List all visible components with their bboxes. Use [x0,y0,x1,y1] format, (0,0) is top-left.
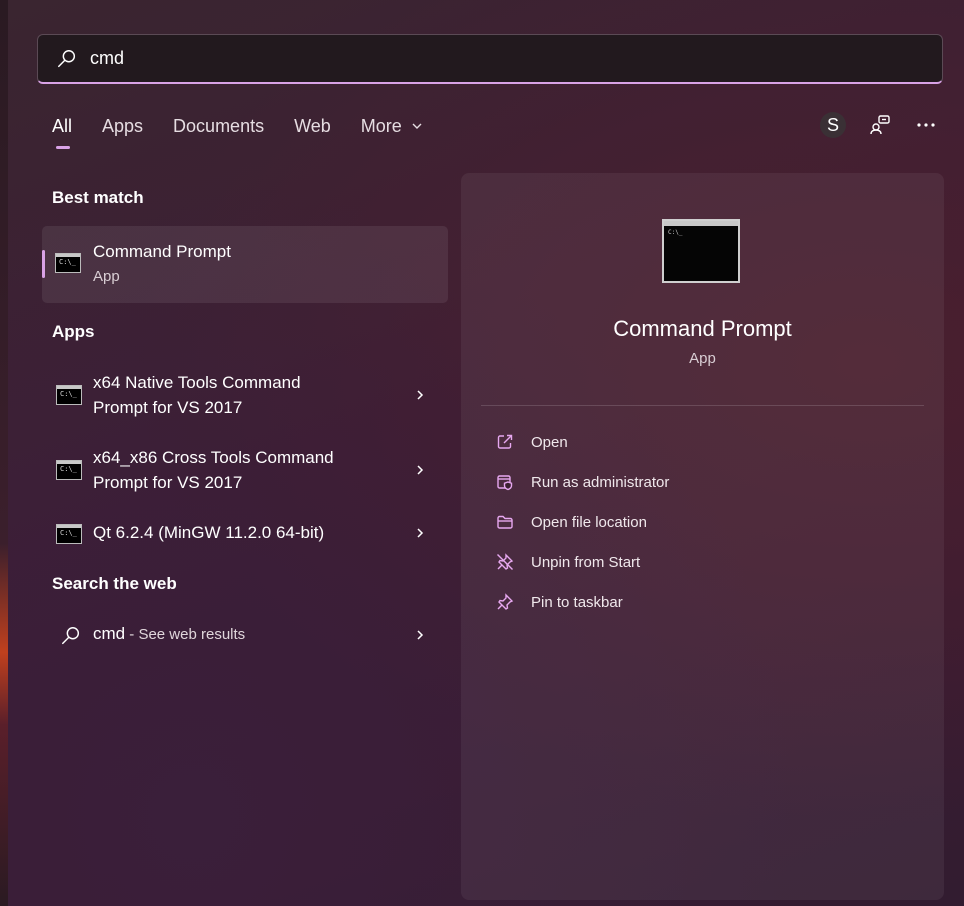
detail-panel: C:\_ Command Prompt App Open Run as admi… [461,173,944,900]
search-web-heading: Search the web [52,574,177,593]
open-external-icon [495,432,515,452]
action-label: Unpin from Start [531,553,641,571]
chevron-right-icon[interactable] [414,464,426,476]
app-item-x64-x86-cross-tools[interactable]: C:\_ x64_x86 Cross Tools Command Prompt … [42,445,448,497]
command-prompt-icon: C:\_ [56,460,82,480]
web-suffix: - See web results [125,626,246,643]
app-item-label: Prompt for VS 2017 [93,398,243,417]
tab-more-label: More [360,116,402,136]
best-match-subtitle: App [93,268,120,285]
more-options-icon[interactable] [914,113,938,137]
tab-all[interactable]: All [52,116,72,149]
app-item-label: x64 Native Tools Command [93,373,301,392]
apps-heading: Apps [52,322,95,341]
tab-apps[interactable]: Apps [102,116,143,137]
app-item-qt[interactable]: C:\_ Qt 6.2.4 (MinGW 11.2.0 64-bit) [42,520,448,548]
best-match-item[interactable]: C:\_ Command Prompt App [42,226,448,303]
tab-documents[interactable]: Documents [173,116,264,137]
action-label: Open [531,433,568,451]
chevron-right-icon[interactable] [414,389,426,401]
best-match-heading: Best match [52,188,144,207]
desktop-edge [0,0,8,906]
app-item-label: Prompt for VS 2017 [93,473,243,492]
command-prompt-icon: C:\_ [56,385,82,405]
action-label: Run as administrator [531,473,670,491]
tab-web[interactable]: Web [294,116,331,137]
account-avatar[interactable]: S [820,112,846,138]
command-prompt-icon: C:\_ [56,524,82,544]
search-icon [62,627,80,645]
filter-tabs: All Apps Documents Web More [52,116,453,149]
action-pin-to-taskbar[interactable]: Pin to taskbar [495,589,623,615]
best-match-title: Command Prompt [93,242,231,261]
detail-title: Command Prompt [613,316,792,341]
folder-icon [495,512,515,532]
app-item-label: x64_x86 Cross Tools Command [93,448,334,467]
unpin-icon [495,552,515,572]
web-query: cmd [93,624,126,643]
action-unpin-from-start[interactable]: Unpin from Start [495,549,640,575]
header-actions: S [820,112,938,138]
command-prompt-icon: C:\_ [55,253,81,273]
action-label: Open file location [531,513,647,531]
action-run-as-admin[interactable]: Run as administrator [495,469,669,495]
tab-more[interactable]: More [361,116,423,137]
search-input[interactable] [88,47,692,70]
pin-icon [495,592,515,612]
search-icon [58,49,76,67]
action-open[interactable]: Open [495,429,568,455]
web-search-text: cmd - See web results [93,624,245,644]
switch-account-icon[interactable] [868,113,892,137]
detail-subtitle: App [689,350,716,367]
chevron-right-icon[interactable] [414,629,426,641]
app-item-label: Qt 6.2.4 (MinGW 11.2.0 64-bit) [93,523,325,542]
divider [481,405,924,406]
app-item-x64-native-tools[interactable]: C:\_ x64 Native Tools Command Prompt for… [42,370,448,422]
shield-admin-icon [495,472,515,492]
action-label: Pin to taskbar [531,593,623,611]
web-search-item[interactable]: cmd - See web results [42,616,448,656]
chevron-down-icon [412,123,422,129]
search-box[interactable] [37,34,943,84]
chevron-right-icon[interactable] [414,527,426,539]
action-open-file-location[interactable]: Open file location [495,509,647,535]
selection-indicator [42,250,45,278]
command-prompt-large-icon: C:\_ [662,219,740,283]
